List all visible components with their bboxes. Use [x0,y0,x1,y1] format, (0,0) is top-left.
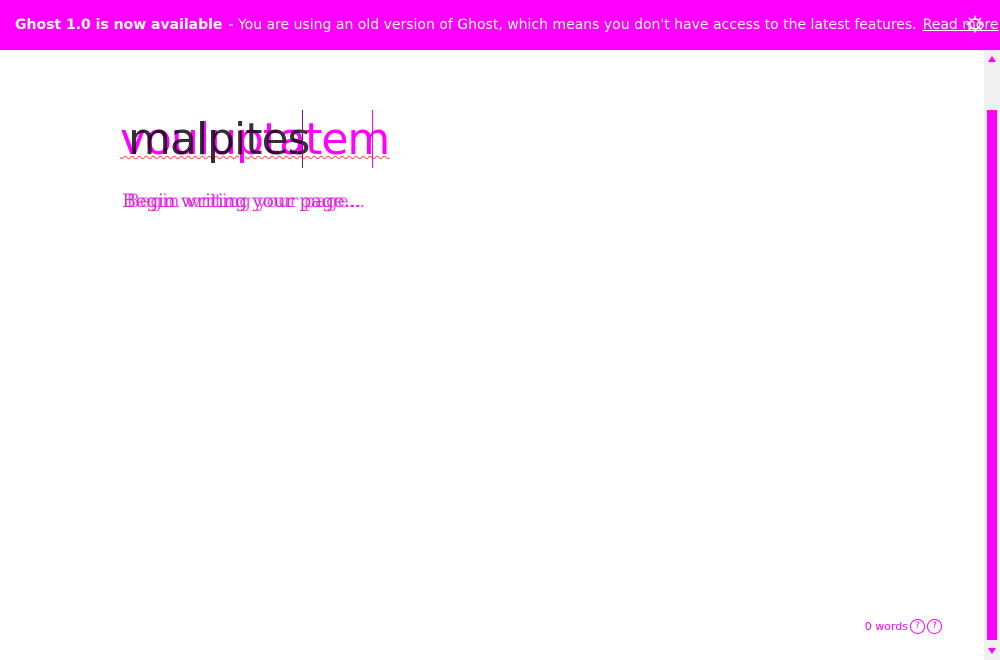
body-placeholder-echo: Begin writing your page... [126,190,365,212]
editor-area: vouluptatem malpites Begin writing your … [0,50,984,660]
banner-message: - You are using an old version of Ghost,… [228,17,917,33]
scroll-down-arrow-icon[interactable] [984,644,1000,658]
title-input[interactable]: malpites [128,114,310,165]
word-count: 0 words [864,620,908,633]
help-button-secondary[interactable]: ? [927,619,942,634]
upgrade-banner: Ghost 1.0 is now available - You are usi… [0,0,1000,50]
text-caret-secondary [372,110,373,168]
help-button[interactable]: ? [910,619,925,634]
text-caret [302,110,303,168]
scroll-up-arrow-icon[interactable] [984,52,1000,66]
scroll-thumb[interactable] [987,110,997,640]
close-icon[interactable] [964,13,986,35]
vertical-scrollbar[interactable] [984,50,1000,660]
editor-page: Ghost 1.0 is now available - You are usi… [0,0,1000,660]
banner-title: Ghost 1.0 is now available [15,17,223,33]
word-count-area: 0 words ? ? [865,619,942,634]
body-input[interactable]: Begin writing your page... Begin writing… [122,190,365,212]
read-more-link[interactable]: Read more [923,17,999,33]
